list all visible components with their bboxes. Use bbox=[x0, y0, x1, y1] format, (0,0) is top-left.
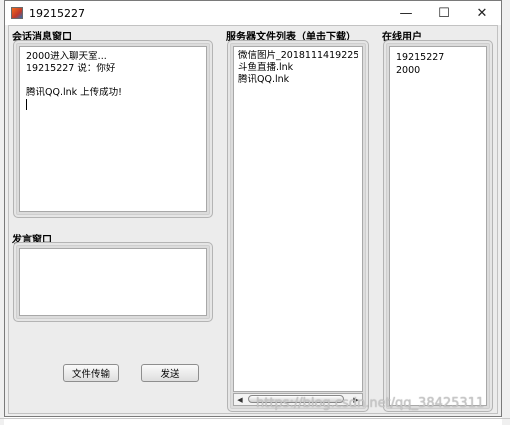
maximize-button[interactable]: ☐ bbox=[425, 1, 463, 25]
window-title: 19215227 bbox=[29, 6, 85, 20]
watermark-text: https://blog.csdn.net/qq_38425311 bbox=[256, 396, 485, 411]
background-divider bbox=[0, 418, 510, 419]
chat-panel: 2000进入聊天室... 19215227 说：你好 腾讯QQ.lnk 上传成功… bbox=[13, 40, 213, 218]
close-button[interactable]: ✕ bbox=[463, 1, 501, 25]
file-panel: 微信图片_20181114192256.jp 斗鱼直播.lnk 腾讯QQ.lnk… bbox=[227, 40, 369, 412]
chat-message: 19215227 说：你好 bbox=[26, 63, 116, 74]
user-item[interactable]: 19215227 bbox=[396, 51, 480, 64]
chat-message: 2000进入聊天室... bbox=[26, 51, 107, 62]
java-app-icon bbox=[11, 7, 23, 19]
file-item[interactable]: 腾讯QQ.lnk bbox=[238, 74, 358, 86]
chat-message bbox=[26, 75, 200, 87]
file-transfer-button[interactable]: 文件传输 bbox=[63, 364, 119, 382]
online-users-list[interactable]: 19215227 2000 bbox=[389, 46, 487, 406]
minimize-button[interactable]: — bbox=[387, 1, 425, 25]
users-panel: 19215227 2000 bbox=[383, 40, 493, 412]
server-file-list[interactable]: 微信图片_20181114192256.jp 斗鱼直播.lnk 腾讯QQ.lnk bbox=[233, 46, 363, 392]
scroll-left-icon[interactable]: ◀ bbox=[234, 394, 246, 405]
file-item[interactable]: 微信图片_20181114192256.jp bbox=[238, 50, 358, 62]
background-editor-strip-right bbox=[502, 0, 510, 425]
send-button[interactable]: 发送 bbox=[141, 364, 199, 382]
title-bar: 19215227 — ☐ ✕ bbox=[5, 1, 501, 25]
user-item[interactable]: 2000 bbox=[396, 64, 480, 77]
app-window: 19215227 — ☐ ✕ 会话消息窗口 2000进入聊天室... 19215… bbox=[4, 0, 502, 417]
file-item[interactable]: 斗鱼直播.lnk bbox=[238, 62, 358, 74]
window-controls: — ☐ ✕ bbox=[387, 1, 501, 25]
chat-message: 腾讯QQ.lnk 上传成功! bbox=[26, 87, 122, 98]
message-input[interactable] bbox=[19, 248, 207, 316]
input-panel bbox=[13, 242, 213, 322]
chat-messages-area[interactable]: 2000进入聊天室... 19215227 说：你好 腾讯QQ.lnk 上传成功… bbox=[19, 46, 207, 212]
content-pane: 会话消息窗口 2000进入聊天室... 19215227 说：你好 腾讯QQ.l… bbox=[8, 25, 498, 414]
text-caret bbox=[26, 99, 27, 110]
